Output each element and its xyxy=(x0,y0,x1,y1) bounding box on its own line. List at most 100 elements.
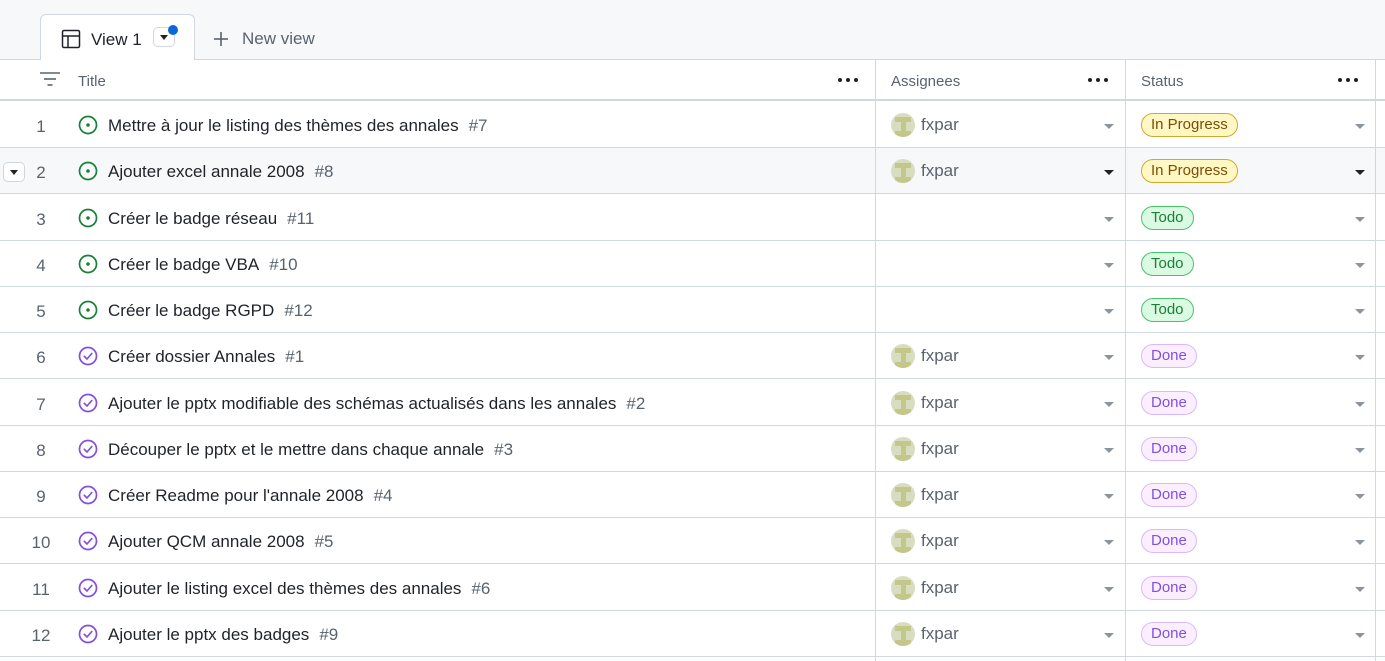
kebab-menu-icon[interactable] xyxy=(1337,77,1359,83)
status-dropdown-icon[interactable] xyxy=(1355,355,1365,360)
column-divider xyxy=(875,60,876,661)
status-dropdown-icon[interactable] xyxy=(1355,448,1365,453)
status-dropdown-icon[interactable] xyxy=(1355,309,1365,314)
issue-title-link[interactable]: Créer le badge VBA #10 xyxy=(108,255,298,275)
assignee-name: fxpar xyxy=(921,393,959,412)
issue-closed-icon xyxy=(78,393,98,413)
row-number: 8 xyxy=(36,441,46,460)
table-icon xyxy=(61,29,81,49)
status-badge: Done xyxy=(1141,437,1197,461)
issue-number: #6 xyxy=(471,579,491,598)
row-number: 2 xyxy=(36,163,46,182)
table-row[interactable]: 9 Créer Readme pour l'annale 2008 #4 fxpar D… xyxy=(0,472,1385,518)
column-header-title[interactable]: Title xyxy=(70,60,875,99)
assignee-chip[interactable]: fxpar xyxy=(891,621,959,647)
table-row[interactable]: 6 Créer dossier Annales #1 fxpar Done xyxy=(0,333,1385,379)
column-header-assignees[interactable]: Assignees xyxy=(876,60,1125,99)
assignees-dropdown-icon[interactable] xyxy=(1104,402,1114,407)
assignees-dropdown-icon[interactable] xyxy=(1104,633,1114,638)
issue-opened-icon xyxy=(78,161,98,181)
status-dropdown-icon[interactable] xyxy=(1355,217,1365,222)
row-number: 5 xyxy=(36,302,46,321)
status-dropdown-icon[interactable] xyxy=(1355,587,1365,592)
assignee-chip[interactable]: fxpar xyxy=(891,482,959,508)
assignee-name: fxpar xyxy=(921,439,959,458)
kebab-menu-icon[interactable] xyxy=(837,77,859,83)
assignee-name: fxpar xyxy=(921,161,959,180)
status-dropdown-icon[interactable] xyxy=(1355,633,1365,638)
column-header-status[interactable]: Status xyxy=(1126,60,1375,99)
assignees-dropdown-icon[interactable] xyxy=(1104,540,1114,545)
issue-title: Créer le badge RGPD xyxy=(108,301,275,320)
status-badge: Done xyxy=(1141,483,1197,507)
unsaved-changes-dot xyxy=(168,25,178,35)
new-view-button[interactable]: New view xyxy=(212,28,315,50)
kebab-menu-icon[interactable] xyxy=(1087,77,1109,83)
issue-title-link[interactable]: Ajouter le pptx des badges #9 xyxy=(108,625,338,645)
tab-view-1[interactable]: View 1 xyxy=(40,14,195,61)
status-dropdown-icon[interactable] xyxy=(1355,402,1365,407)
issue-title-link[interactable]: Créer le badge RGPD #12 xyxy=(108,301,313,321)
issue-title-link[interactable]: Ajouter le listing excel des thèmes des … xyxy=(108,579,490,599)
table-row[interactable]: 5 Créer le badge RGPD #12 Todo xyxy=(0,287,1385,333)
table-row[interactable]: 12 Ajouter le pptx des badges #9 fxpar Done xyxy=(0,611,1385,657)
assignee-chip[interactable]: fxpar xyxy=(891,528,959,554)
issue-title: Ajouter excel annale 2008 xyxy=(108,162,305,181)
assignee-chip[interactable]: fxpar xyxy=(891,436,959,462)
assignees-dropdown-icon[interactable] xyxy=(1104,494,1114,499)
issue-title-link[interactable]: Ajouter QCM annale 2008 #5 xyxy=(108,532,333,552)
assignees-dropdown-icon[interactable] xyxy=(1104,170,1114,175)
issue-title-link[interactable]: Créer Readme pour l'annale 2008 #4 xyxy=(108,486,393,506)
assignees-dropdown-icon[interactable] xyxy=(1104,448,1114,453)
issue-title-link[interactable]: Créer dossier Annales #1 xyxy=(108,347,304,367)
status-badge: Done xyxy=(1141,576,1197,600)
column-divider xyxy=(1125,60,1126,661)
assignees-dropdown-icon[interactable] xyxy=(1104,124,1114,129)
table-row[interactable]: 1 Mettre à jour le listing des thèmes des… xyxy=(0,102,1385,148)
table-row[interactable]: 8 Découper le pptx et le mettre dans chaq… xyxy=(0,426,1385,472)
issue-number: #1 xyxy=(285,347,305,366)
table-row[interactable]: 7 Ajouter le pptx modifiable des schémas … xyxy=(0,380,1385,426)
avatar xyxy=(891,622,915,646)
table-row[interactable]: 3 Créer le badge réseau #11 Todo xyxy=(0,195,1385,241)
issue-title: Créer le badge VBA xyxy=(108,255,260,274)
issue-number: #4 xyxy=(373,486,393,505)
row-number: 1 xyxy=(36,117,46,136)
table-row[interactable]: 11 Ajouter le listing excel des thèmes de… xyxy=(0,565,1385,611)
status-dropdown-icon[interactable] xyxy=(1355,540,1365,545)
column-divider xyxy=(1375,60,1376,661)
assignee-name: fxpar xyxy=(921,485,959,504)
issue-title-link[interactable]: Découper le pptx et le mettre dans chaqu… xyxy=(108,440,513,460)
issue-number: #12 xyxy=(284,301,313,320)
issue-title-link[interactable]: Mettre à jour le listing des thèmes des … xyxy=(108,116,488,136)
avatar xyxy=(891,113,915,137)
assignees-dropdown-icon[interactable] xyxy=(1104,217,1114,222)
assignee-chip[interactable]: fxpar xyxy=(891,575,959,601)
chevron-down-icon xyxy=(160,35,168,40)
assignees-dropdown-icon[interactable] xyxy=(1104,587,1114,592)
issue-number: #7 xyxy=(468,116,488,135)
issue-number: #3 xyxy=(494,440,514,459)
assignee-chip[interactable]: fxpar xyxy=(891,343,959,369)
status-dropdown-icon[interactable] xyxy=(1355,263,1365,268)
issue-title-link[interactable]: Ajouter excel annale 2008 #8 xyxy=(108,162,334,182)
assignee-chip[interactable]: fxpar xyxy=(891,158,959,184)
issue-title-link[interactable]: Ajouter le pptx modifiable des schémas a… xyxy=(108,394,645,414)
table-row[interactable]: 4 Créer le badge VBA #10 Todo xyxy=(0,241,1385,287)
status-badge: Done xyxy=(1141,344,1197,368)
table-row[interactable]: 2 Ajouter excel annale 2008 #8 fxpar In Prog… xyxy=(0,148,1385,194)
status-dropdown-icon[interactable] xyxy=(1355,124,1365,129)
assignee-chip[interactable]: fxpar xyxy=(891,390,959,416)
filter-icon[interactable] xyxy=(40,72,60,86)
assignee-chip[interactable]: fxpar xyxy=(891,112,959,138)
status-dropdown-icon[interactable] xyxy=(1355,170,1365,175)
status-badge: In Progress xyxy=(1141,159,1238,183)
plus-icon xyxy=(214,32,228,46)
assignees-dropdown-icon[interactable] xyxy=(1104,355,1114,360)
table-row[interactable]: 10 Ajouter QCM annale 2008 #5 fxpar Done xyxy=(0,518,1385,564)
issue-opened-icon xyxy=(78,208,98,228)
status-dropdown-icon[interactable] xyxy=(1355,494,1365,499)
assignees-dropdown-icon[interactable] xyxy=(1104,263,1114,268)
issue-title-link[interactable]: Créer le badge réseau #11 xyxy=(108,209,314,229)
assignees-dropdown-icon[interactable] xyxy=(1104,309,1114,314)
